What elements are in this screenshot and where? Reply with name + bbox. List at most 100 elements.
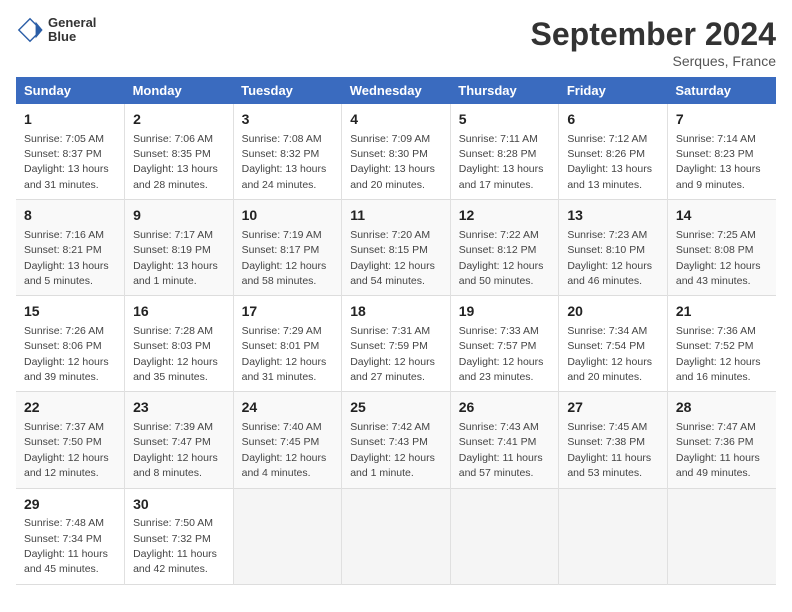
- logo-text: General Blue: [48, 16, 96, 45]
- day-info: Sunrise: 7:26 AMSunset: 8:06 PMDaylight:…: [24, 325, 109, 383]
- calendar-cell: [450, 488, 559, 584]
- calendar-week-row: 29Sunrise: 7:48 AMSunset: 7:34 PMDayligh…: [16, 488, 776, 584]
- calendar-cell: 29Sunrise: 7:48 AMSunset: 7:34 PMDayligh…: [16, 488, 125, 584]
- day-number: 27: [567, 398, 659, 418]
- day-info: Sunrise: 7:36 AMSunset: 7:52 PMDaylight:…: [676, 325, 761, 383]
- calendar-cell: [667, 488, 776, 584]
- day-info: Sunrise: 7:33 AMSunset: 7:57 PMDaylight:…: [459, 325, 544, 383]
- day-number: 5: [459, 110, 551, 130]
- day-info: Sunrise: 7:22 AMSunset: 8:12 PMDaylight:…: [459, 229, 544, 287]
- day-number: 17: [242, 302, 334, 322]
- month-title: September 2024: [531, 16, 776, 53]
- calendar-cell: 24 Sunrise: 7:40 AMSunset: 7:45 PMDayligh…: [233, 392, 342, 488]
- calendar-week-row: 1Sunrise: 7:05 AMSunset: 8:37 PMDaylight…: [16, 104, 776, 200]
- col-header-sunday: Sunday: [16, 77, 125, 104]
- day-number: 1: [24, 110, 116, 130]
- day-number: 15: [24, 302, 116, 322]
- col-header-tuesday: Tuesday: [233, 77, 342, 104]
- day-number: 11: [350, 206, 442, 226]
- day-info: Sunrise: 7:28 AMSunset: 8:03 PMDaylight:…: [133, 325, 218, 383]
- calendar-week-row: 15 Sunrise: 7:26 AMSunset: 8:06 PMDayligh…: [16, 296, 776, 392]
- day-info: Sunrise: 7:43 AMSunset: 7:41 PMDaylight:…: [459, 421, 543, 479]
- col-header-saturday: Saturday: [667, 77, 776, 104]
- calendar-cell: 30Sunrise: 7:50 AMSunset: 7:32 PMDayligh…: [125, 488, 234, 584]
- day-number: 29: [24, 495, 116, 515]
- calendar-cell: 7 Sunrise: 7:14 AMSunset: 8:23 PMDaylight…: [667, 104, 776, 200]
- calendar-cell: 10Sunrise: 7:19 AMSunset: 8:17 PMDayligh…: [233, 200, 342, 296]
- calendar-cell: 6Sunrise: 7:12 AMSunset: 8:26 PMDaylight…: [559, 104, 668, 200]
- calendar-cell: 1Sunrise: 7:05 AMSunset: 8:37 PMDaylight…: [16, 104, 125, 200]
- day-info: Sunrise: 7:31 AMSunset: 7:59 PMDaylight:…: [350, 325, 435, 383]
- day-number: 20: [567, 302, 659, 322]
- location: Serques, France: [531, 53, 776, 69]
- day-info: Sunrise: 7:34 AMSunset: 7:54 PMDaylight:…: [567, 325, 652, 383]
- day-number: 16: [133, 302, 225, 322]
- calendar-cell: 27 Sunrise: 7:45 AMSunset: 7:38 PMDayligh…: [559, 392, 668, 488]
- day-number: 21: [676, 302, 768, 322]
- day-number: 14: [676, 206, 768, 226]
- day-info: Sunrise: 7:45 AMSunset: 7:38 PMDaylight:…: [567, 421, 651, 479]
- calendar-cell: 22 Sunrise: 7:37 AMSunset: 7:50 PMDayligh…: [16, 392, 125, 488]
- calendar-cell: 9Sunrise: 7:17 AMSunset: 8:19 PMDaylight…: [125, 200, 234, 296]
- day-number: 23: [133, 398, 225, 418]
- day-number: 26: [459, 398, 551, 418]
- day-number: 22: [24, 398, 116, 418]
- col-header-thursday: Thursday: [450, 77, 559, 104]
- day-number: 12: [459, 206, 551, 226]
- calendar-header-row: SundayMondayTuesdayWednesdayThursdayFrid…: [16, 77, 776, 104]
- calendar-cell: 12 Sunrise: 7:22 AMSunset: 8:12 PMDayligh…: [450, 200, 559, 296]
- day-number: 4: [350, 110, 442, 130]
- day-info: Sunrise: 7:08 AMSunset: 8:32 PMDaylight:…: [242, 133, 327, 191]
- day-info: Sunrise: 7:23 AMSunset: 8:10 PMDaylight:…: [567, 229, 652, 287]
- day-info: Sunrise: 7:09 AMSunset: 8:30 PMDaylight:…: [350, 133, 435, 191]
- day-info: Sunrise: 7:20 AMSunset: 8:15 PMDaylight:…: [350, 229, 435, 287]
- day-number: 3: [242, 110, 334, 130]
- day-number: 24: [242, 398, 334, 418]
- calendar-table: SundayMondayTuesdayWednesdayThursdayFrid…: [16, 77, 776, 585]
- day-info: Sunrise: 7:47 AMSunset: 7:36 PMDaylight:…: [676, 421, 760, 479]
- day-number: 19: [459, 302, 551, 322]
- logo: General Blue: [16, 16, 96, 45]
- day-info: Sunrise: 7:42 AMSunset: 7:43 PMDaylight:…: [350, 421, 435, 479]
- day-number: 18: [350, 302, 442, 322]
- day-info: Sunrise: 7:50 AMSunset: 7:32 PMDaylight:…: [133, 517, 217, 575]
- day-number: 25: [350, 398, 442, 418]
- calendar-cell: 15 Sunrise: 7:26 AMSunset: 8:06 PMDayligh…: [16, 296, 125, 392]
- logo-icon: [16, 16, 44, 44]
- day-info: Sunrise: 7:25 AMSunset: 8:08 PMDaylight:…: [676, 229, 761, 287]
- calendar-cell: 26 Sunrise: 7:43 AMSunset: 7:41 PMDayligh…: [450, 392, 559, 488]
- col-header-monday: Monday: [125, 77, 234, 104]
- calendar-cell: 19 Sunrise: 7:33 AMSunset: 7:57 PMDayligh…: [450, 296, 559, 392]
- day-number: 7: [676, 110, 768, 130]
- calendar-cell: [233, 488, 342, 584]
- calendar-cell: [559, 488, 668, 584]
- calendar-cell: 17Sunrise: 7:29 AMSunset: 8:01 PMDayligh…: [233, 296, 342, 392]
- calendar-cell: 18 Sunrise: 7:31 AMSunset: 7:59 PMDayligh…: [342, 296, 451, 392]
- calendar-cell: 2 Sunrise: 7:06 AMSunset: 8:35 PMDaylight…: [125, 104, 234, 200]
- day-info: Sunrise: 7:12 AMSunset: 8:26 PMDaylight:…: [567, 133, 652, 191]
- day-info: Sunrise: 7:40 AMSunset: 7:45 PMDaylight:…: [242, 421, 327, 479]
- calendar-cell: 20 Sunrise: 7:34 AMSunset: 7:54 PMDayligh…: [559, 296, 668, 392]
- calendar-cell: 5 Sunrise: 7:11 AMSunset: 8:28 PMDaylight…: [450, 104, 559, 200]
- day-number: 13: [567, 206, 659, 226]
- calendar-week-row: 8Sunrise: 7:16 AMSunset: 8:21 PMDaylight…: [16, 200, 776, 296]
- day-info: Sunrise: 7:39 AMSunset: 7:47 PMDaylight:…: [133, 421, 218, 479]
- day-info: Sunrise: 7:06 AMSunset: 8:35 PMDaylight:…: [133, 133, 218, 191]
- calendar-cell: 13 Sunrise: 7:23 AMSunset: 8:10 PMDayligh…: [559, 200, 668, 296]
- day-number: 10: [242, 206, 334, 226]
- calendar-cell: 28 Sunrise: 7:47 AMSunset: 7:36 PMDayligh…: [667, 392, 776, 488]
- title-block: September 2024 Serques, France: [531, 16, 776, 69]
- day-info: Sunrise: 7:16 AMSunset: 8:21 PMDaylight:…: [24, 229, 109, 287]
- day-info: Sunrise: 7:37 AMSunset: 7:50 PMDaylight:…: [24, 421, 109, 479]
- calendar-cell: [342, 488, 451, 584]
- day-info: Sunrise: 7:14 AMSunset: 8:23 PMDaylight:…: [676, 133, 761, 191]
- day-number: 2: [133, 110, 225, 130]
- day-info: Sunrise: 7:11 AMSunset: 8:28 PMDaylight:…: [459, 133, 544, 191]
- day-number: 28: [676, 398, 768, 418]
- calendar-cell: 4 Sunrise: 7:09 AMSunset: 8:30 PMDaylight…: [342, 104, 451, 200]
- calendar-cell: 8Sunrise: 7:16 AMSunset: 8:21 PMDaylight…: [16, 200, 125, 296]
- calendar-cell: 16 Sunrise: 7:28 AMSunset: 8:03 PMDayligh…: [125, 296, 234, 392]
- day-number: 9: [133, 206, 225, 226]
- col-header-wednesday: Wednesday: [342, 77, 451, 104]
- day-number: 30: [133, 495, 225, 515]
